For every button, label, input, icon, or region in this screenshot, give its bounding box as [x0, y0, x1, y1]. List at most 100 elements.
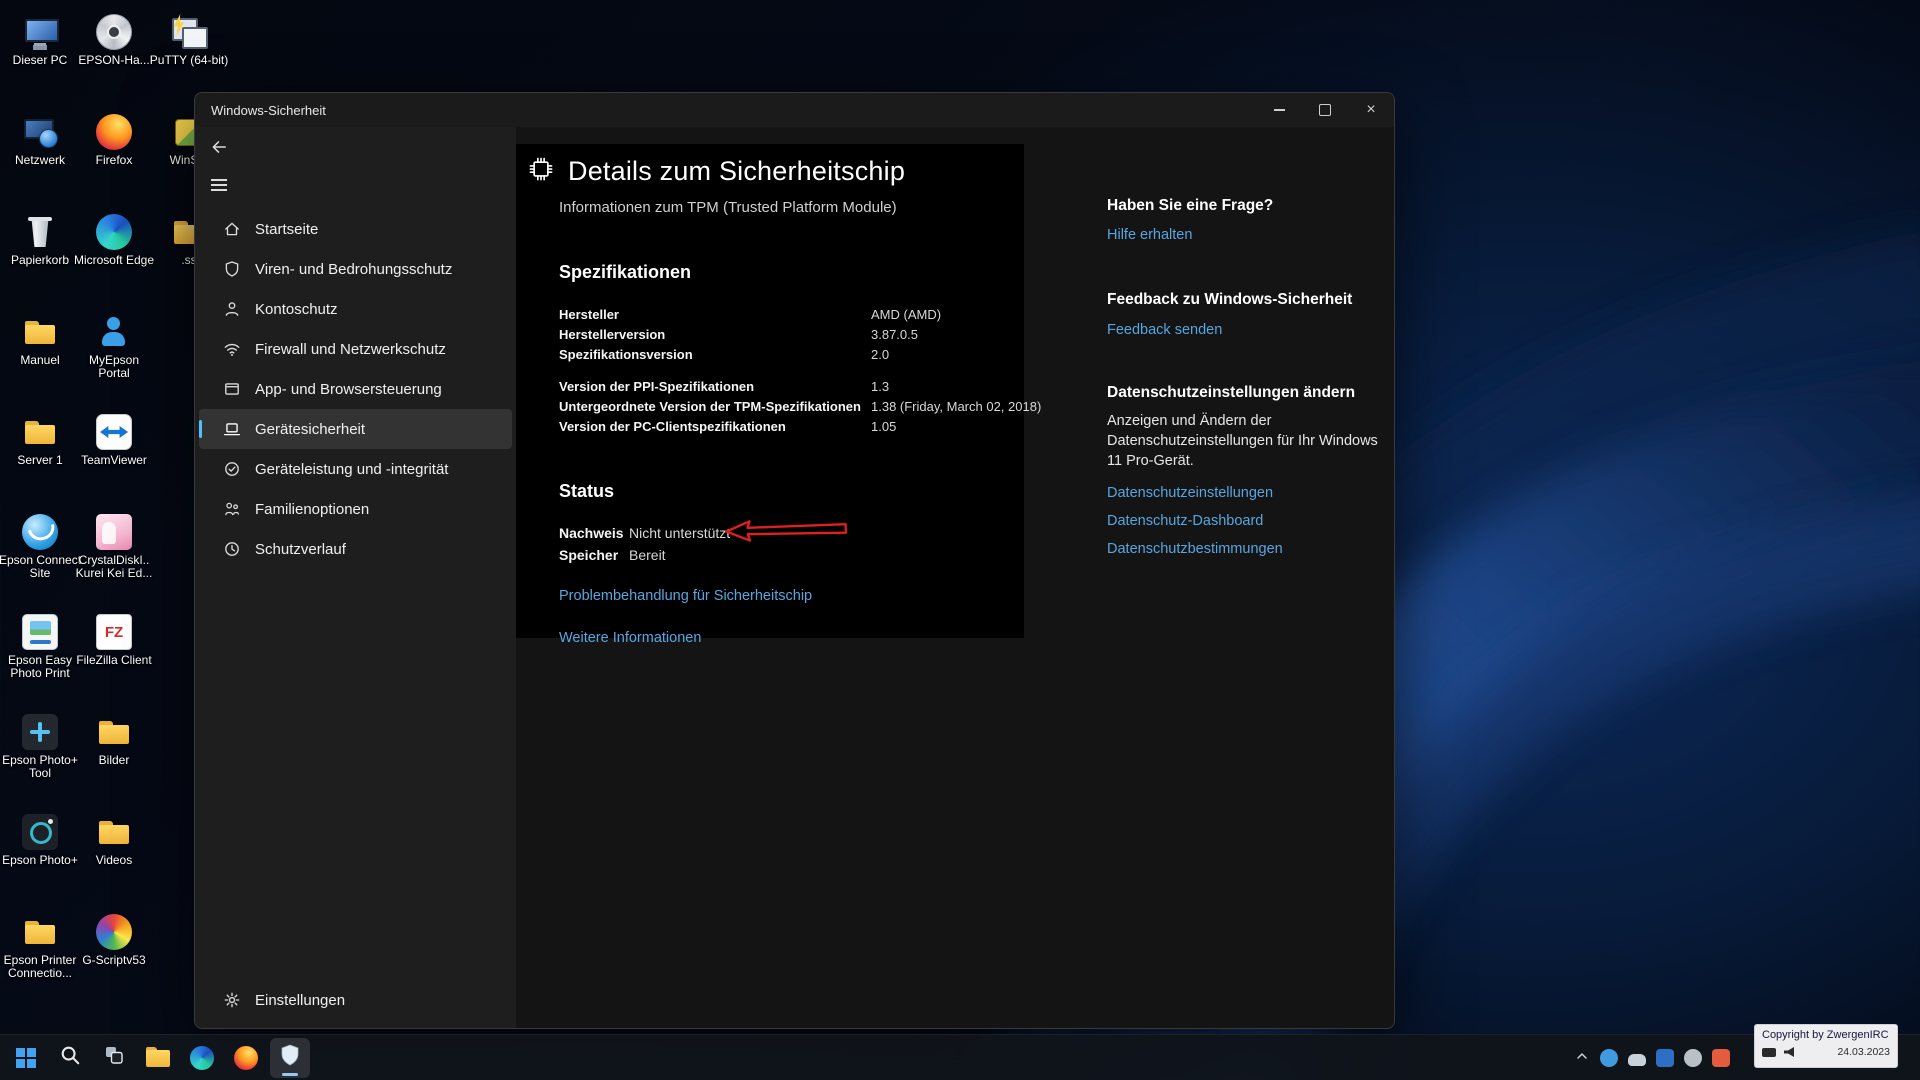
tray-icon-2[interactable]: [1628, 1053, 1646, 1066]
sidebar-item-schutzverlauf[interactable]: Schutzverlauf: [199, 529, 512, 569]
desktop-icon-art: [22, 914, 58, 950]
watermark: Copyright by ZwergenIRC 24.03.2023: [1754, 1024, 1898, 1068]
desktop-icon[interactable]: Manuel: [0, 310, 82, 410]
desktop-icon[interactable]: Videos: [72, 810, 156, 910]
sidebar-item-virenschutz[interactable]: Viren- und Bedrohungsschutz: [199, 249, 512, 289]
sidebar-item-kontoschutz[interactable]: Kontoschutz: [199, 289, 512, 329]
desktop-icon[interactable]: Bilder: [72, 710, 156, 810]
keyboard-icon: [1762, 1047, 1776, 1057]
desktop-icon[interactable]: MyEpson Portal: [72, 310, 156, 410]
close-button[interactable]: ×: [1348, 93, 1394, 127]
desktop-icon[interactable]: TeamViewer: [72, 410, 156, 510]
privacy-statement-link[interactable]: Datenschutzbestimmungen: [1107, 541, 1283, 557]
privacy-dashboard-link[interactable]: Datenschutz-Dashboard: [1107, 513, 1263, 529]
desktop-icon-glyph: [22, 914, 58, 950]
windows-security-shield-icon: [278, 1043, 302, 1072]
sidebar: Startseite Viren- und Bedrohungsschutz K…: [195, 127, 516, 1028]
windows-security-button[interactable]: [270, 1037, 310, 1078]
desktop-icon[interactable]: FZ FileZilla Client: [72, 610, 156, 710]
desktop-icon[interactable]: Epson Photo+ Tool: [0, 710, 82, 810]
tray-icon-1[interactable]: [1600, 1049, 1618, 1067]
desktop-icon-column-1: Dieser PC Netzwerk Papierkorb Manuel Ser…: [0, 10, 82, 1010]
tpm-chip-icon: [526, 154, 556, 189]
desktop-icon-glyph: [22, 314, 58, 350]
desktop-icon-label: Epson Photo+: [2, 853, 78, 867]
hidden-icons-chevron[interactable]: [1574, 1048, 1590, 1069]
desktop-icon-art: [22, 114, 58, 150]
desktop-icon-label: Papierkorb: [10, 253, 70, 267]
more-info-link[interactable]: Weitere Informationen: [559, 630, 701, 646]
sidebar-item-einstellungen[interactable]: Einstellungen: [199, 980, 512, 1020]
tray-icon-4[interactable]: [1684, 1049, 1702, 1067]
desktop-icon[interactable]: Epson Easy Photo Print: [0, 610, 82, 710]
desktop-icon[interactable]: G-Scriptv53: [72, 910, 156, 1010]
back-arrow-icon: [210, 138, 228, 161]
desktop-icon-glyph: FZ: [104, 623, 124, 641]
desktop-icon-label: Server 1: [17, 453, 63, 467]
send-feedback-link[interactable]: Feedback senden: [1107, 322, 1222, 338]
desktop-icon[interactable]: EPSON-Ha...: [72, 10, 156, 110]
desktop-icon-art: [22, 414, 58, 450]
maximize-button[interactable]: [1302, 93, 1348, 127]
back-button[interactable]: [201, 131, 237, 167]
main-content: Details zum Sicherheitschip Informatione…: [516, 127, 1394, 1028]
get-help-link[interactable]: Hilfe erhalten: [1107, 227, 1192, 243]
tray-icon-3[interactable]: [1656, 1049, 1674, 1067]
desktop-icon[interactable]: Papierkorb: [0, 210, 82, 310]
troubleshoot-link[interactable]: Problembehandlung für Sicherheitschip: [559, 588, 812, 604]
titlebar[interactable]: Windows-Sicherheit ×: [195, 93, 1394, 127]
desktop-icon-label: PuTTY (64-bit): [149, 53, 229, 67]
feedback-heading: Feedback zu Windows-Sicherheit: [1107, 291, 1353, 308]
sidebar-item-geraeteleistung[interactable]: Geräteleistung und -integrität: [199, 449, 512, 489]
task-view-button[interactable]: [94, 1038, 134, 1078]
desktop-icon-art: [22, 14, 59, 50]
desktop-icon[interactable]: Epson Connect Site: [0, 510, 82, 610]
spec-row: Untergeordnete Version der TPM-Spezifika…: [559, 397, 1041, 417]
sidebar-item-geraetesicherheit[interactable]: Gerätesicherheit: [199, 409, 512, 449]
status-heading: Status: [559, 481, 615, 501]
desktop-icon[interactable]: Epson Photo+: [0, 810, 82, 910]
sidebar-item-familienoptionen[interactable]: Familienoptionen: [199, 489, 512, 529]
desktop-icon-art: [96, 814, 132, 850]
desktop-icon[interactable]: Netzwerk: [0, 110, 82, 210]
menu-button[interactable]: [201, 167, 237, 203]
desktop-icon[interactable]: Microsoft Edge: [72, 210, 156, 310]
desktop-icon-glyph: [22, 14, 58, 50]
start-button[interactable]: [6, 1038, 46, 1078]
home-icon: [223, 220, 241, 238]
desktop-icon-label: Manuel: [20, 353, 60, 367]
sidebar-item-firewall[interactable]: Firewall und Netzwerkschutz: [199, 329, 512, 369]
desktop-icon-glyph: [96, 914, 132, 950]
desktop-icon-label: MyEpson Portal: [88, 353, 140, 380]
file-explorer-button[interactable]: [138, 1038, 178, 1078]
firefox-icon: [234, 1045, 258, 1070]
minimize-button[interactable]: [1256, 93, 1302, 127]
edge-button[interactable]: [182, 1038, 222, 1078]
spec-value: 2.0: [871, 347, 890, 362]
desktop-icon-label: Netzwerk: [14, 153, 65, 167]
tray-icon-5[interactable]: [1712, 1049, 1730, 1067]
spec-value: 3.87.0.5: [871, 327, 918, 342]
privacy-settings-link[interactable]: Datenschutzeinstellungen: [1107, 485, 1273, 501]
privacy-heading: Datenschutzeinstellungen ändern: [1107, 384, 1356, 401]
sidebar-item-startseite[interactable]: Startseite: [199, 209, 512, 249]
spec-list: Hersteller AMD (AMD) Herstellerversion 3…: [559, 305, 1041, 437]
desktop-icon-label: Epson Printer Connectio...: [3, 953, 77, 980]
desktop-icon-glyph: [23, 615, 57, 649]
desktop-icon-label: Bilder: [98, 753, 130, 767]
sidebar-item-app-browser[interactable]: App- und Browsersteuerung: [199, 369, 512, 409]
person-icon: [223, 300, 241, 318]
firefox-button[interactable]: [226, 1038, 266, 1078]
desktop-icon-glyph: [22, 214, 58, 250]
desktop-icon-art: [22, 814, 58, 850]
desktop-icon[interactable]: Dieser PC: [0, 10, 82, 110]
watermark-text: Copyright by ZwergenIRC: [1762, 1029, 1889, 1041]
desktop-icon[interactable]: Server 1: [0, 410, 82, 510]
spec-label: Version der PPI-Spezifikationen: [559, 379, 755, 394]
desktop-icon[interactable]: Firefox: [72, 110, 156, 210]
page-title: Details zum Sicherheitschip: [568, 156, 906, 186]
desktop-icon[interactable]: Epson Printer Connectio...: [0, 910, 82, 1010]
desktop-icon-label: EPSON-Ha...: [78, 53, 150, 67]
search-button[interactable]: [50, 1038, 90, 1078]
desktop-icon[interactable]: CrystalDiskI.. Kurei Kei Ed...: [72, 510, 156, 610]
